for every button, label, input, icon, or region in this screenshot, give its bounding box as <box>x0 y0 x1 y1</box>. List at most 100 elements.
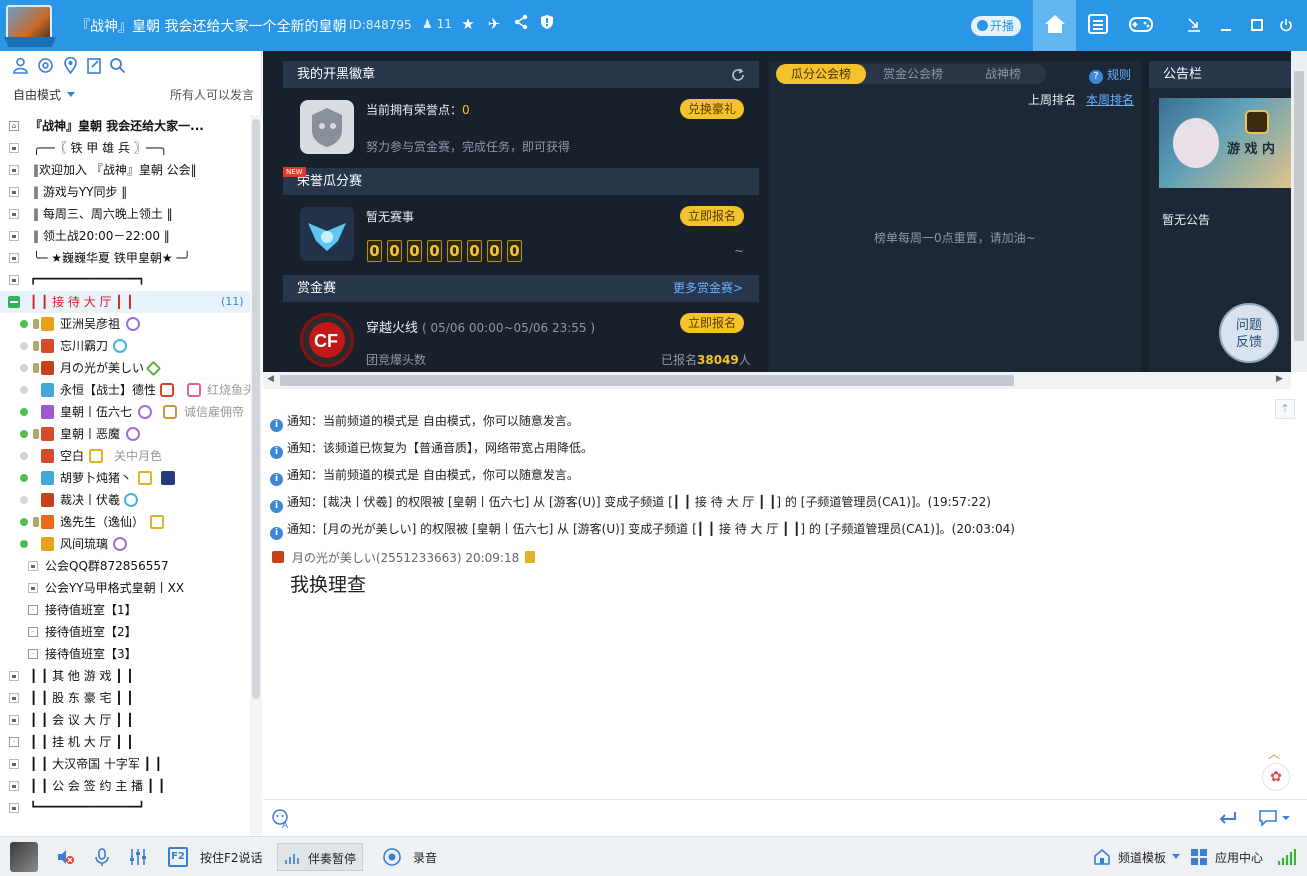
subchannel-row[interactable]: 公会QQ群872856557 <box>0 555 250 577</box>
power-close-icon[interactable] <box>1279 18 1293 32</box>
subchannel-row[interactable]: 公会YY马甲格式皇朝丨XX <box>0 577 250 599</box>
tree-channel[interactable]: ‖欢迎加入 『战神』皇朝 公会‖ <box>0 159 250 181</box>
subchannel-row[interactable]: · 接待值班室【3】 <box>0 643 250 665</box>
list-icon[interactable] <box>1085 11 1111 37</box>
tree-channel[interactable]: · ┃ ┃ 挂 机 大 厅 ┃ ┃ <box>0 731 250 753</box>
user-row[interactable]: 永恒【战士】德性 红烧鱼头 <box>0 379 250 401</box>
mode-dropdown[interactable]: 自由模式 <box>13 86 61 103</box>
home-tab[interactable] <box>1033 0 1076 51</box>
flower-icon[interactable]: ✿ <box>1262 763 1290 791</box>
activity-vscrollbar[interactable] <box>1291 51 1307 372</box>
chevron-down-icon[interactable] <box>67 92 75 97</box>
search-icon[interactable] <box>109 57 126 74</box>
bulletin-banner[interactable]: 游 戏 内 <box>1159 98 1291 188</box>
tree-channel[interactable]: ‖ 领土战20:00－22:00 ‖ <box>0 225 250 247</box>
maximize-icon[interactable] <box>1250 18 1264 32</box>
shield-icon[interactable] <box>537 14 557 34</box>
audio-mixer-icon[interactable] <box>128 847 148 867</box>
message-sender[interactable]: 月の光が美しい(2551233663) 20:09:18 <box>292 551 519 565</box>
tree-channel[interactable]: ╭──〖 铁 甲 雄 兵 〗──╮ <box>0 137 250 159</box>
tree-channel[interactable]: ┃ ┃ 大汉帝国 十字军 ┃ ┃ <box>0 753 250 775</box>
activity-hscroll-thumb[interactable] <box>280 375 1014 386</box>
user-manage-icon[interactable] <box>12 57 29 74</box>
expand-icon[interactable]: · <box>28 627 38 637</box>
edit-doc-icon[interactable] <box>86 57 103 74</box>
user-row[interactable]: 风间琉璃 <box>0 533 250 555</box>
tab-war-god[interactable]: 战神榜 <box>960 64 1046 84</box>
font-style-icon[interactable]: A <box>271 809 291 829</box>
last-week-rank[interactable]: 上周排名 <box>1028 91 1076 108</box>
chat-settings-icon[interactable] <box>37 57 54 74</box>
app-center-label[interactable]: 应用中心 <box>1215 849 1263 866</box>
f2-key-icon[interactable]: F2 <box>168 847 188 867</box>
minimize-icon[interactable] <box>1219 18 1233 32</box>
chat-bubble-menu-icon[interactable] <box>1258 809 1292 827</box>
scroll-top-icon[interactable]: ⇡ <box>1275 399 1295 419</box>
speaker-muted-icon[interactable] <box>55 847 75 867</box>
share-icon[interactable] <box>511 14 531 34</box>
enter-send-icon[interactable] <box>1218 811 1238 825</box>
microphone-icon[interactable] <box>92 847 112 867</box>
start-broadcast-button[interactable]: 开播 <box>971 16 1021 36</box>
user-row[interactable]: 月の光が美しい <box>0 357 250 379</box>
plane-icon[interactable]: ✈ <box>484 14 504 34</box>
tree-channel-active[interactable]: ┃ ┃ 接 待 大 厅 ┃ ┃ (11) <box>0 291 250 313</box>
user-row[interactable]: 皇朝丨恶魔 <box>0 423 250 445</box>
bounty-signup-button[interactable]: 立即报名 <box>680 313 744 333</box>
message-input[interactable] <box>303 805 1203 831</box>
user-row[interactable]: 裁决丨伏羲 <box>0 489 250 511</box>
user-row[interactable]: 皇朝丨伍六七 诚信雇佣帝 <box>0 401 250 423</box>
scroll-left-icon[interactable]: ◀ <box>267 374 274 384</box>
scroll-right-icon[interactable]: ▶ <box>1276 374 1283 384</box>
tree-channel[interactable]: ┏━━━━━━━━━━━━━━━━━┓ <box>0 269 250 291</box>
app-center-icon[interactable] <box>1189 847 1209 867</box>
redeem-button[interactable]: 兑换豪礼 <box>680 99 744 119</box>
tree-channel[interactable]: ┃ ┃ 其 他 游 戏 ┃ ┃ <box>0 665 250 687</box>
expand-icon[interactable]: · <box>9 737 19 747</box>
feedback-button[interactable]: 问题 反馈 <box>1219 303 1279 363</box>
expand-icon[interactable]: · <box>28 649 38 659</box>
tree-channel[interactable]: ‖ 游戏与YY同步 ‖ <box>0 181 250 203</box>
download-icon[interactable] <box>1187 18 1201 32</box>
channel-template-label[interactable]: 频道模板 <box>1118 849 1166 866</box>
user-row[interactable]: 亚洲吴彦祖 <box>0 313 250 335</box>
accompany-pause-button[interactable]: 伴奏暂停 <box>277 843 363 871</box>
channel-root[interactable]: ⌂ 『战神』皇朝 我会还给大家一... <box>0 115 250 137</box>
refresh-icon[interactable] <box>731 68 745 82</box>
collapse-icon[interactable] <box>8 296 20 308</box>
record-icon[interactable] <box>382 847 402 867</box>
channel-template-icon[interactable] <box>1092 847 1112 867</box>
user-avatar[interactable] <box>10 842 38 872</box>
subchannel-row[interactable]: · 接待值班室【1】 <box>0 599 250 621</box>
tree-channel[interactable]: ┃ ┃ 公 会 签 约 主 播 ┃ ┃ <box>0 775 250 797</box>
chevron-up-icon[interactable]: ︿ <box>1268 745 1280 762</box>
user-row[interactable]: 忘川霸刀 <box>0 335 250 357</box>
activity-vscroll-thumb[interactable] <box>1294 71 1304 341</box>
user-row[interactable]: 空白 关中月色 <box>0 445 250 467</box>
activity-hscrollbar[interactable]: ◀ ▶ <box>263 372 1291 389</box>
honor-signup-button[interactable]: 立即报名 <box>680 206 744 226</box>
tree-scroll-thumb[interactable] <box>252 119 260 699</box>
record-label[interactable]: 录音 <box>413 849 437 866</box>
user-row[interactable]: 逸先生（逸仙） <box>0 511 250 533</box>
tree-channel[interactable]: ┃ ┃ 股 东 豪 宅 ┃ ┃ <box>0 687 250 709</box>
rules-link[interactable]: 规则 <box>1089 66 1131 84</box>
tab-split-guild[interactable]: 瓜分公会榜 <box>776 64 866 84</box>
tab-bounty-guild[interactable]: 赏金公会榜 <box>868 64 958 84</box>
expand-icon[interactable]: · <box>28 605 38 615</box>
tree-scrollbar[interactable] <box>250 115 262 835</box>
gamepad-icon[interactable] <box>1128 11 1154 37</box>
tree-channel[interactable]: ┗━━━━━━━━━━━━━━━━━┛ <box>0 797 250 819</box>
star-icon[interactable]: ★ <box>458 14 478 34</box>
chevron-down-icon[interactable] <box>1172 854 1180 859</box>
channel-logo[interactable] <box>4 5 56 47</box>
more-bounty-link[interactable]: 更多赏金赛> <box>673 275 743 302</box>
this-week-rank[interactable]: 本周排名 <box>1086 91 1134 108</box>
subchannel-row[interactable]: · 接待值班室【2】 <box>0 621 250 643</box>
tree-channel[interactable]: ╰─ ★巍巍华夏 铁甲皇朝★ ─╯ <box>0 247 250 269</box>
tree-channel[interactable]: ‖ 每周三、周六晚上领土 ‖ <box>0 203 250 225</box>
tree-channel[interactable]: ┃ ┃ 会 议 大 厅 ┃ ┃ <box>0 709 250 731</box>
location-icon[interactable] <box>62 57 79 74</box>
user-row[interactable]: 胡萝卜炖猪丶 <box>0 467 250 489</box>
push-to-talk-label[interactable]: 按住F2说话 <box>200 849 263 866</box>
